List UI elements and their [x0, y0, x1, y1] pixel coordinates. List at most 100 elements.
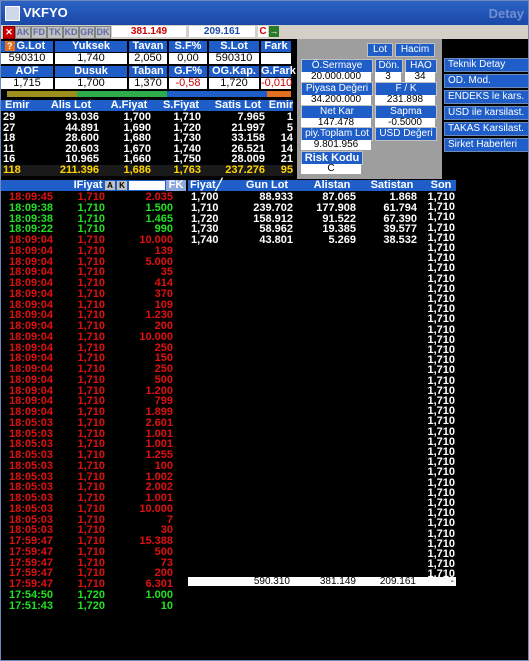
value-gfark: -0,010: [261, 77, 293, 89]
tab-dk[interactable]: DK: [95, 26, 111, 39]
volume-row: 1,740 43.801 5.269 38.532: [1, 235, 456, 246]
value-glot: 590310: [1, 53, 53, 64]
tab-kd[interactable]: KD: [63, 26, 79, 39]
hacim-button[interactable]: Hacim: [395, 43, 435, 57]
header-ogkap: OG.Kap.: [209, 66, 259, 77]
trade-lot: 10.000: [139, 502, 173, 515]
risk-value: C: [301, 164, 361, 174]
tab-tk[interactable]: TK: [47, 26, 63, 39]
depth-h-afiyat: A.Fiyat: [110, 99, 148, 111]
side-button-3[interactable]: ENDEKS le kars.: [444, 90, 528, 104]
depth-h-emir2: Emir: [268, 99, 294, 111]
trade-lot: 10: [160, 599, 173, 612]
depth-h-alislot: Alis Lot: [50, 99, 92, 111]
piytoplam-value: 9.801.956: [301, 140, 371, 150]
piyasa-value: 34.200.000: [301, 95, 371, 105]
value-slot: 590310: [209, 53, 259, 64]
header-tavan: Tavan: [129, 41, 167, 52]
total-alistan: 381.149: [319, 576, 356, 587]
volume-h-son: Son: [430, 179, 452, 191]
volume-totals-row: 590.310 381.149 209.161 -: [188, 576, 456, 587]
trade-price: 1,720: [77, 599, 105, 612]
value-yuksek: 1,740: [55, 53, 127, 64]
header-aof: AOF: [1, 66, 53, 77]
value-box-2: 209.161: [189, 26, 255, 37]
header-dusuk: Dusuk: [55, 66, 127, 77]
volume-h-fiyat[interactable]: Fiyat╱: [190, 180, 230, 191]
range-bar-low: [7, 91, 77, 97]
value-aof: 1,715: [1, 78, 53, 89]
side-button-4[interactable]: USD ile karsilast.: [444, 106, 528, 120]
depth-h-sfiyat: S.Fiyat: [162, 99, 200, 111]
trades-filter-input[interactable]: [129, 181, 165, 190]
depth-h-emir: Emir: [5, 99, 30, 111]
header-taban: Taban: [129, 66, 167, 77]
value-dusuk: 1,700: [55, 78, 127, 89]
fk-value: 231.898: [375, 95, 435, 105]
volume-cell: 38.532: [383, 234, 417, 246]
trade-row: 17:51:43 1,720 10: [1, 599, 186, 612]
total-gunlot: 590.310: [253, 576, 290, 587]
side-button-5[interactable]: TAKAS Karsilast.: [444, 122, 528, 136]
value-ogkap: 1,720: [209, 78, 259, 89]
close-icon[interactable]: ✕: [3, 26, 15, 39]
range-bar-end: [267, 91, 291, 97]
lot-button[interactable]: Lot: [367, 43, 393, 57]
trades-h-fk[interactable]: FK: [166, 180, 186, 191]
volume-h-gunlot: Gun Lot: [245, 179, 289, 191]
depth-cell: 118: [3, 164, 21, 176]
trades-h-fiyat[interactable]: IFiyat: [71, 180, 105, 191]
range-bar-mid: [77, 91, 167, 97]
header-glot: ? G.Lot: [1, 41, 53, 52]
window-title: VKFYO: [23, 5, 68, 20]
depth-cell: 1,686: [123, 164, 151, 176]
total-son: -: [450, 576, 454, 587]
tab-ak[interactable]: AK: [15, 26, 31, 39]
header-sf: S.F%: [169, 41, 207, 52]
header-yuksek: Yuksek: [55, 41, 127, 52]
value-fark: [261, 53, 291, 64]
depth-cell: 95: [280, 164, 293, 176]
toolbar: ✕ AK FD TK KD GR DK 381.149 209.161 C →: [1, 25, 528, 39]
header-slot: S.Lot: [209, 41, 259, 52]
value-sf: 0,00: [169, 53, 207, 64]
ghost-title: Detay: [488, 6, 524, 21]
volume-h-satistan: Satistan: [370, 179, 414, 191]
depth-total-row: 118 211.396 1,686 1,763 237.276 95: [1, 165, 293, 176]
header-fark: Fark: [261, 41, 291, 52]
header-gfark: G.Fark: [261, 65, 296, 77]
don-value: 3: [375, 72, 401, 82]
usd-button[interactable]: USD Değeri: [375, 127, 437, 141]
value-box-1: 381.149: [112, 26, 186, 37]
value-gf: -0,58: [169, 78, 207, 89]
trades-filter-k[interactable]: K: [117, 181, 127, 190]
osermaye-value: 20.000.000: [301, 72, 371, 82]
depth-cell: 1,763: [173, 164, 201, 176]
volume-h-alistan: Alistan: [313, 179, 351, 191]
empty-area: [456, 191, 528, 660]
tab-gr[interactable]: GR: [79, 26, 95, 39]
volume-cell: 5.269: [328, 234, 356, 246]
main-window: VKFYO Detay ✕ AK FD TK KD GR DK 381.149 …: [0, 0, 529, 661]
c-indicator: C: [258, 26, 268, 37]
total-satistan: 209.161: [379, 576, 416, 587]
volume-cell: 43.801: [259, 234, 293, 246]
header-gf: G.F%: [169, 66, 207, 77]
go-arrow-icon[interactable]: →: [269, 26, 279, 37]
title-bar[interactable]: VKFYO Detay: [1, 1, 528, 25]
value-taban: 1,370: [129, 78, 167, 89]
app-icon: [5, 6, 20, 21]
side-button-6[interactable]: Sirket Haberleri: [444, 138, 528, 152]
side-button-1[interactable]: Teknik Detay: [444, 58, 528, 72]
depth-h-satislot: Satis Lot: [214, 99, 262, 111]
side-button-2[interactable]: OD. Mod.: [444, 74, 528, 88]
hao-value: 34: [405, 72, 435, 82]
range-bar-high: [167, 91, 267, 97]
depth-cell: 237.276: [225, 164, 265, 176]
trades-filter-a[interactable]: A: [105, 181, 115, 190]
volume-cell: 1,740: [191, 234, 219, 246]
trade-time: 17:51:43: [9, 599, 54, 612]
depth-cell: 211.396: [59, 164, 99, 176]
tab-fd[interactable]: FD: [31, 26, 47, 39]
value-tavan: 2,050: [129, 53, 167, 64]
